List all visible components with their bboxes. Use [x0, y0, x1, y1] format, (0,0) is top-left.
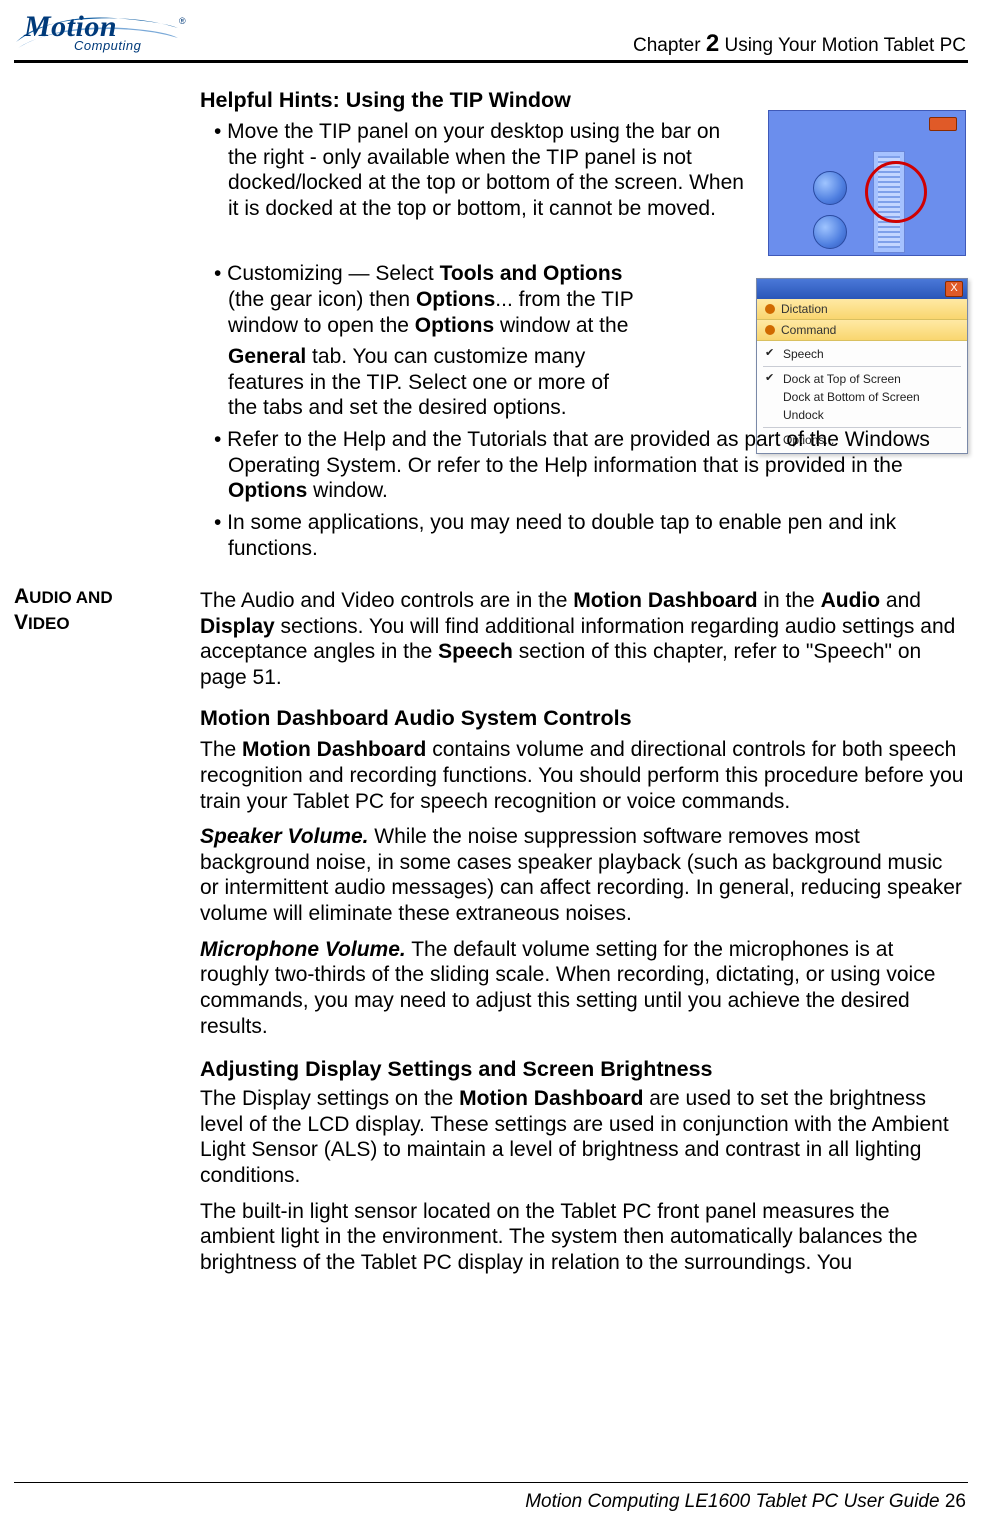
header-rule — [14, 60, 968, 63]
para-display-settings: The Display settings on the Motion Dashb… — [200, 1086, 966, 1188]
para-motion-dashboard: The Motion Dashboard contains volume and… — [200, 737, 966, 814]
chapter-number: 2 — [706, 30, 719, 57]
registered-mark: ® — [179, 16, 186, 26]
para-av-intro: The Audio and Video controls are in the … — [200, 588, 966, 690]
page-header: Motion ® Computing Chapter 2 Using Your … — [0, 0, 982, 74]
footer-text: Motion Computing LE1600 Tablet PC User G… — [525, 1491, 945, 1512]
content-area: X Dictation Command Speech Dock at Top o… — [14, 76, 968, 1469]
para-microphone-volume: Microphone Volume. The default volume se… — [200, 937, 966, 1039]
logo-sub-text: Computing — [74, 38, 141, 53]
page-footer: Motion Computing LE1600 Tablet PC User G… — [525, 1491, 966, 1513]
chapter-title: Using Your Motion Tablet PC — [719, 35, 966, 56]
heading-motion-dashboard-audio: Motion Dashboard Audio System Controls — [200, 706, 966, 731]
brand-logo: Motion ® Computing — [14, 8, 180, 56]
footer-rule — [14, 1482, 968, 1483]
section-title-tip-hints: Helpful Hints: Using the TIP Window — [200, 88, 966, 113]
para-speaker-volume: Speaker Volume. While the noise suppress… — [200, 824, 966, 926]
bullet-double-tap: • In some applications, you may need to … — [200, 510, 966, 561]
para-light-sensor: The built-in light sensor located on the… — [200, 1199, 966, 1276]
margin-label-audio-video: AUDIO ANDVIDEO — [14, 584, 184, 637]
bullet-customizing-cont: General tab. You can customize many feat… — [200, 344, 640, 421]
chapter-prefix: Chapter — [633, 35, 706, 56]
heading-display-settings: Adjusting Display Settings and Screen Br… — [200, 1057, 966, 1082]
chapter-heading: Chapter 2 Using Your Motion Tablet PC — [633, 30, 966, 58]
bullet-refer-help: • Refer to the Help and the Tutorials th… — [200, 427, 966, 504]
page-number: 26 — [945, 1491, 966, 1512]
bullet-move-tip: • Move the TIP panel on your desktop usi… — [200, 119, 752, 221]
bullet-customizing: • Customizing — Select Tools and Options… — [200, 261, 640, 338]
